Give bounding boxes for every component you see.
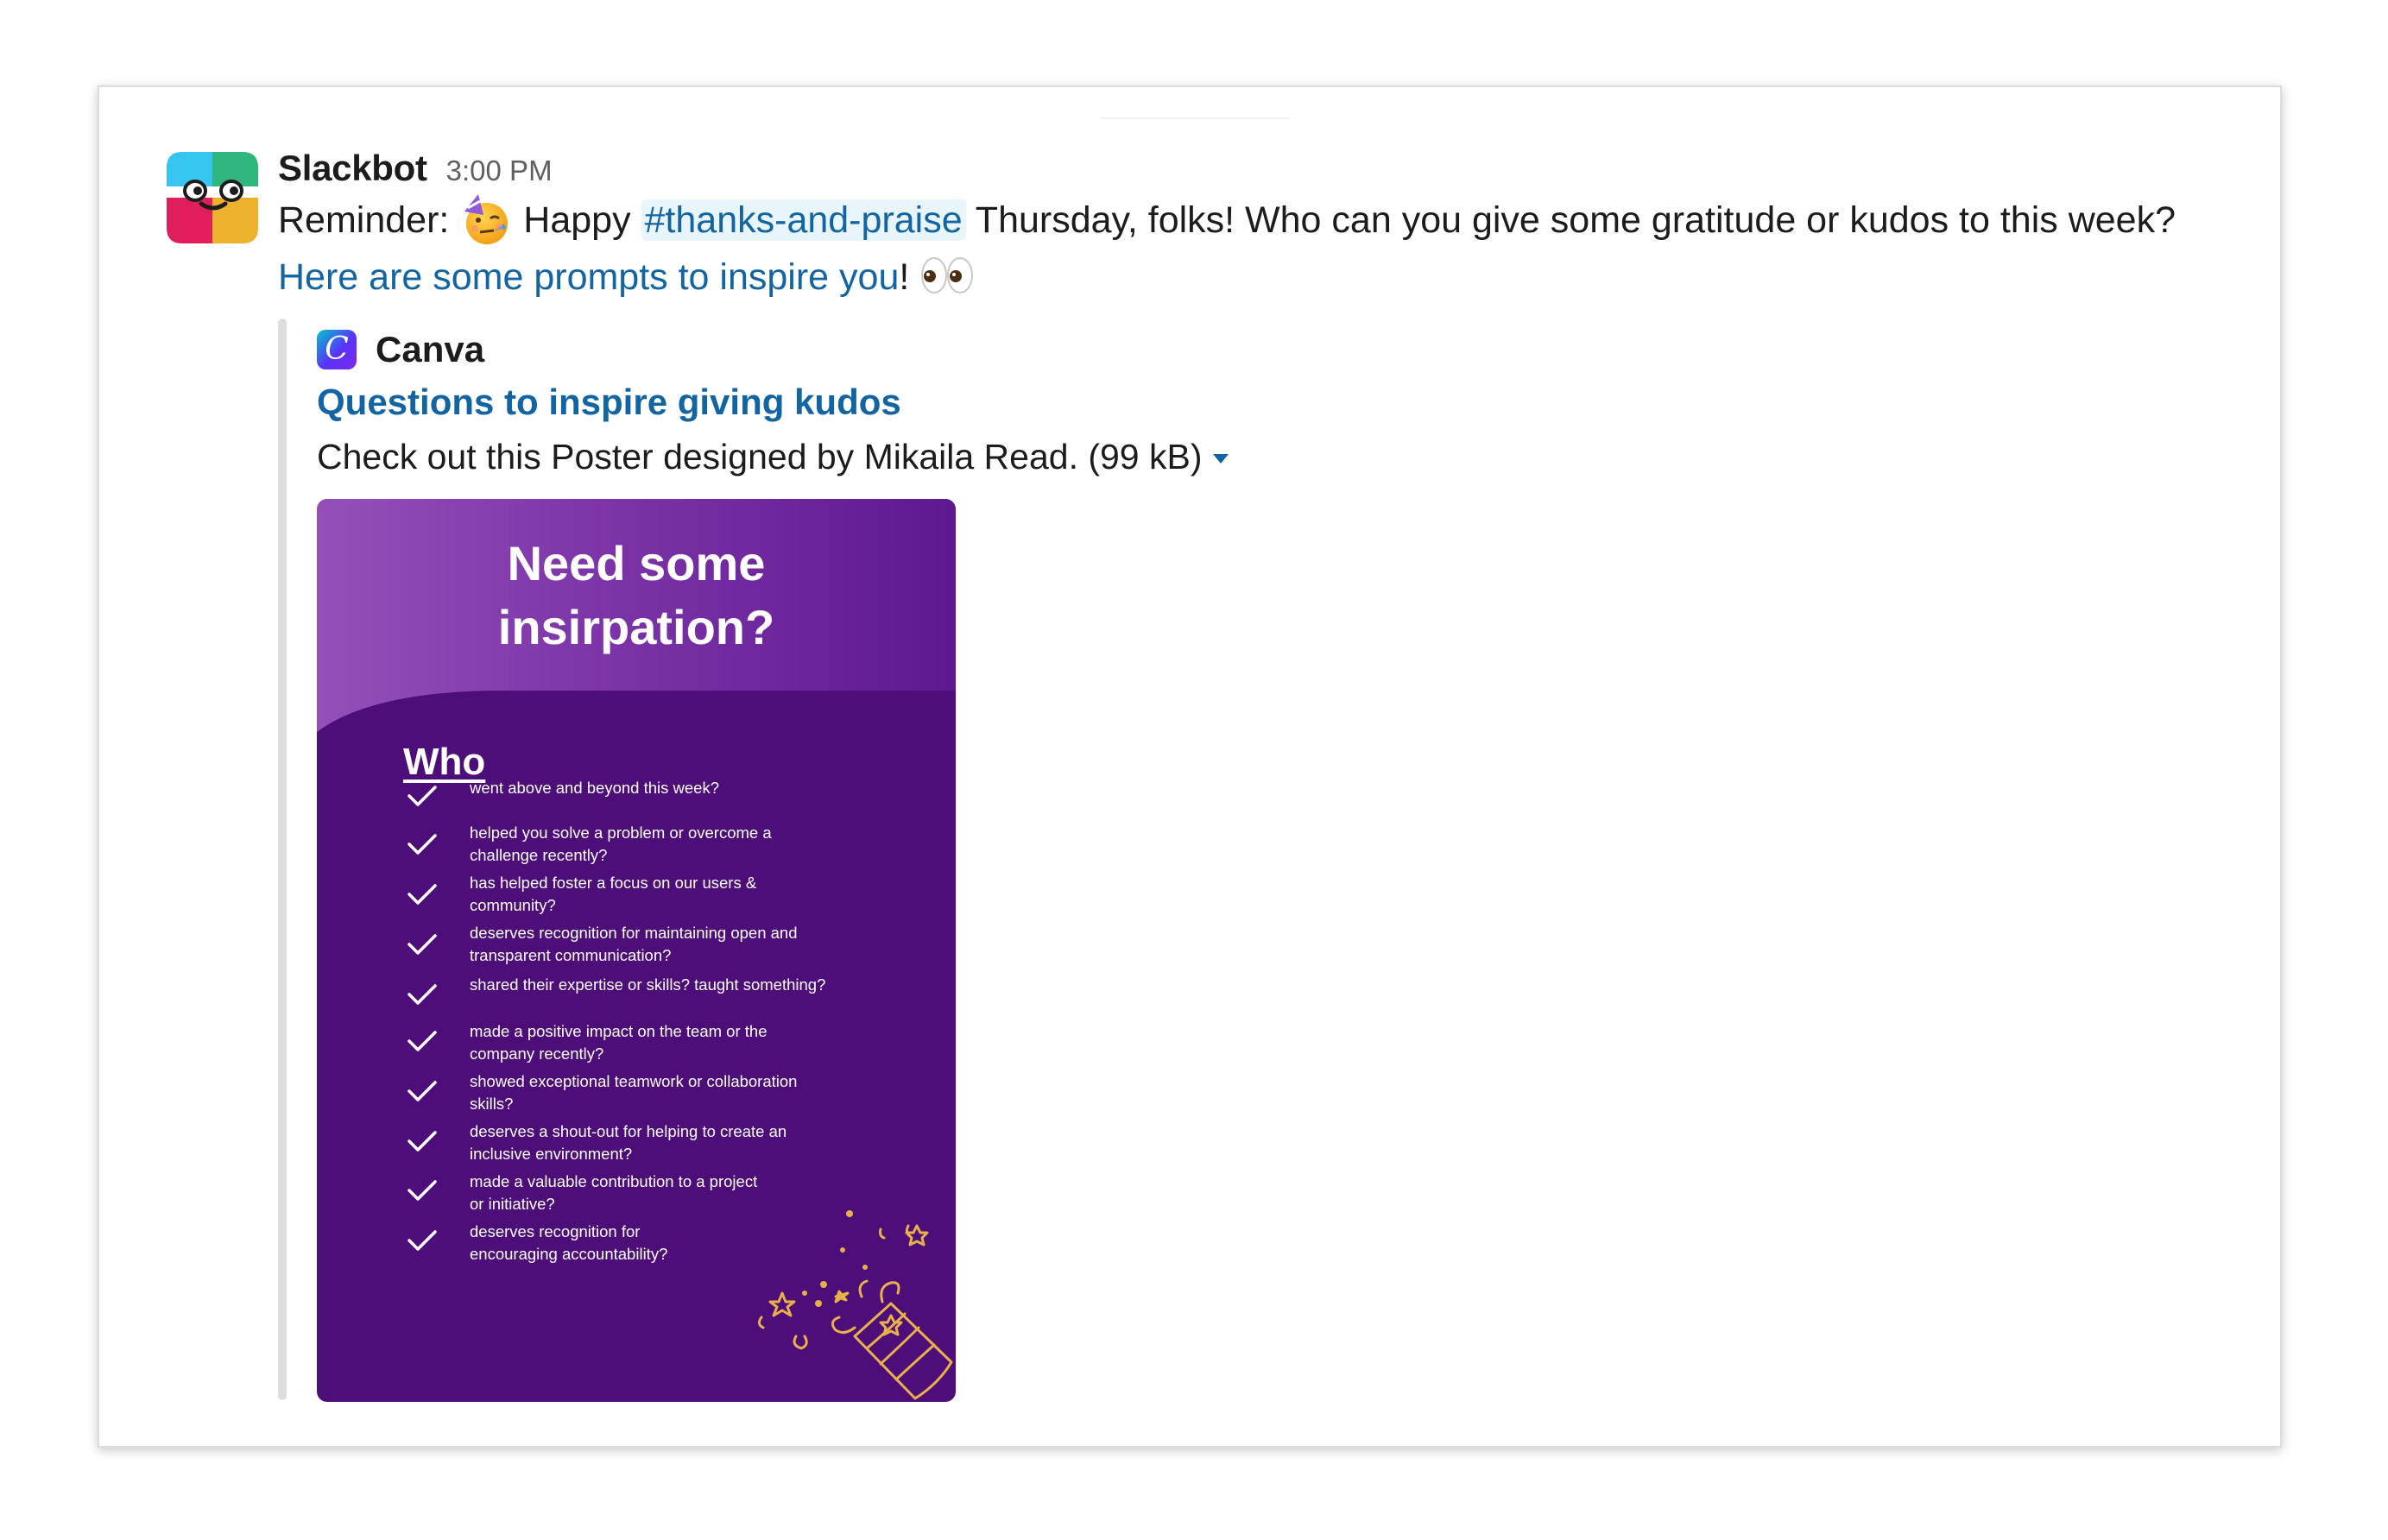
service-name: Canva [376,329,485,369]
checkmark-icon [407,834,437,855]
checklist-item-line-1: made a positive impact on the team or th… [470,1022,768,1040]
service-header: C Canva [317,327,484,372]
happy-text: Happy [523,199,631,241]
eyes-icon [921,257,974,294]
checklist-item-line-2: community? [470,896,556,914]
reminder-label: Reminder: [278,199,450,241]
party-popper-icon [757,1210,953,1400]
checkmark-icon [407,1131,437,1152]
checklist-item-line-1: deserves recognition for maintaining ope… [470,924,798,942]
checklist-item-line-1: has helped foster a focus on our users & [470,874,757,892]
poster-heading-line-2: insirpation? [497,600,775,654]
message-text: Thursday, folks! Who can you give some g… [975,199,2176,241]
checklist-item: deserves recognition for maintaining ope… [470,922,901,967]
checkmark-icon [407,1081,437,1101]
canva-logo-icon: C [317,330,357,369]
checkmark-icon [407,984,437,1005]
checklist-item: has helped foster a focus on our users &… [470,872,901,917]
channel-link[interactable]: #thanks-and-praise [641,199,966,241]
checkmark-icon [407,1031,437,1051]
prompts-link[interactable]: Here are some prompts to inspire you [278,256,899,298]
checklist-item: showed exceptional teamwork or collabora… [470,1070,901,1115]
poster-image[interactable]: Need some insirpation? Who went above an… [317,499,956,1402]
checklist-item-line-1: made a valuable contribution to a projec… [470,1172,758,1190]
checkmark-icon [407,786,437,806]
message-header: Slackbot 3:00 PM [278,148,2255,192]
checklist-item-line-1: deserves a shout-out for helping to crea… [470,1122,787,1140]
partying-face-icon [464,193,509,244]
message-timestamp[interactable]: 3:00 PM [446,155,553,187]
checklist-item-line-2: transparent communication? [470,946,672,964]
checklist-item-line-2: inclusive environment? [470,1145,633,1163]
checklist-item-line-1: went above and beyond this week? [470,779,720,797]
attachment-description: Check out this Poster designed by Mikail… [317,437,1229,477]
poster-heading: Need some insirpation? [317,532,956,660]
checklist-item-line-1: shared their expertise or skills? taught… [470,975,826,994]
checkmark-icon [407,934,437,955]
message-line-1: Reminder: Happy #thanks-and-praise Thurs… [278,192,2255,249]
divider [1101,117,1291,119]
attachment-description-text: Check out this Poster designed by Mikail… [317,437,1203,477]
checklist-item: deserves a shout-out for helping to crea… [470,1120,901,1165]
exclamation-text: ! [899,256,910,298]
poster-heading-line-1: Need some [507,536,766,590]
checklist-item-line-1: showed exceptional teamwork or collabora… [470,1072,798,1090]
message-body: Slackbot 3:00 PM Reminder: Happy #thanks… [278,148,2255,305]
checklist-item: made a positive impact on the team or th… [470,1020,901,1065]
collapse-caret-icon[interactable] [1212,454,1229,464]
checklist-item: went above and beyond this week? [470,777,901,799]
checklist-item: shared their expertise or skills? taught… [470,974,901,996]
link-unfurl: C Canva Questions to inspire giving kudo… [278,319,1314,1402]
author-name[interactable]: Slackbot [278,148,427,189]
checklist-item-line-2: challenge recently? [470,846,608,864]
checklist-item: helped you solve a problem or overcome a… [470,822,901,867]
attachment-bar [278,319,287,1400]
checkmark-icon [407,1180,437,1201]
message-card: Slackbot 3:00 PM Reminder: Happy #thanks… [98,85,2282,1448]
checkmark-icon [407,884,437,905]
attachment-title-link[interactable]: Questions to inspire giving kudos [317,382,901,423]
message-line-2: Here are some prompts to inspire you! [278,249,2255,305]
checklist-item-line-1: helped you solve a problem or overcome a [470,824,772,842]
checklist-item-line-2: company recently? [470,1045,604,1063]
slackbot-avatar[interactable] [167,152,258,243]
checkmark-icon [407,1230,437,1251]
checklist-item-line-2: skills? [470,1095,514,1113]
